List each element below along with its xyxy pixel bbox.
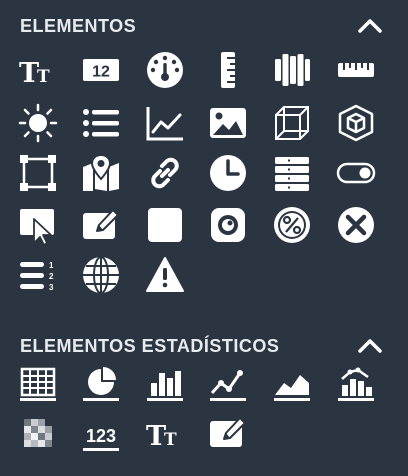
number-icon[interactable]: 12 bbox=[76, 45, 126, 95]
pointer-select-icon[interactable] bbox=[13, 200, 63, 250]
cube-wireframe-icon[interactable] bbox=[267, 98, 317, 148]
table-icon[interactable] bbox=[13, 358, 63, 408]
webcam-icon[interactable] bbox=[203, 200, 253, 250]
section-title: ELEMENTOS bbox=[20, 16, 137, 36]
number-kpi-icon[interactable]: 123 bbox=[76, 408, 126, 458]
chevron-up-icon[interactable] bbox=[356, 334, 384, 358]
column-line-chart-icon[interactable] bbox=[331, 358, 381, 408]
sun-icon[interactable] bbox=[13, 98, 63, 148]
toggle-icon[interactable] bbox=[331, 148, 381, 198]
warning-icon[interactable] bbox=[140, 250, 190, 300]
ruler-horizontal-icon[interactable] bbox=[331, 45, 381, 95]
area-chart-icon[interactable] bbox=[267, 358, 317, 408]
pie-chart-icon[interactable] bbox=[76, 358, 126, 408]
gauge-icon[interactable] bbox=[140, 45, 190, 95]
line-chart-icon[interactable] bbox=[140, 98, 190, 148]
text-icon[interactable]: TT bbox=[140, 408, 190, 458]
svg-text:T: T bbox=[37, 67, 50, 87]
clock-icon[interactable] bbox=[203, 148, 253, 198]
image-icon[interactable] bbox=[203, 98, 253, 148]
square-icon[interactable] bbox=[140, 200, 190, 250]
number-kpi-text: 123 bbox=[86, 426, 116, 446]
percent-icon[interactable] bbox=[267, 200, 317, 250]
list-icon[interactable] bbox=[76, 98, 126, 148]
section-header[interactable]: ELEMENTOS bbox=[0, 0, 408, 40]
ordered-list-icon[interactable]: 1 2 3 bbox=[13, 250, 63, 300]
stack-icon[interactable] bbox=[267, 148, 317, 198]
link-icon[interactable] bbox=[140, 148, 190, 198]
section-elementos: ELEMENTOS bbox=[0, 0, 408, 40]
bar-chart-icon[interactable] bbox=[140, 358, 190, 408]
globe-icon[interactable] bbox=[76, 250, 126, 300]
edit-icon[interactable] bbox=[76, 200, 126, 250]
section-header[interactable]: ELEMENTOS ESTADÍSTICOS bbox=[0, 320, 408, 360]
ordered-list-number: 3 bbox=[49, 283, 54, 292]
heatmap-icon[interactable] bbox=[13, 408, 63, 458]
map-marker-icon[interactable] bbox=[76, 148, 126, 198]
cube-3d-icon[interactable] bbox=[331, 98, 381, 148]
chevron-up-icon[interactable] bbox=[356, 14, 384, 38]
ordered-list-number: 2 bbox=[49, 272, 54, 281]
close-circle-icon[interactable] bbox=[331, 200, 381, 250]
edit-icon[interactable] bbox=[203, 408, 253, 458]
svg-text:T: T bbox=[164, 430, 177, 450]
ruler-vertical-icon[interactable] bbox=[203, 45, 253, 95]
ordered-list-number: 1 bbox=[49, 261, 54, 270]
text-icon[interactable]: TT bbox=[13, 45, 63, 95]
section-elementos-estadisticos: ELEMENTOS ESTADÍSTICOS bbox=[0, 320, 408, 360]
line-chart-icon[interactable] bbox=[203, 358, 253, 408]
bars-vertical-icon[interactable] bbox=[267, 45, 317, 95]
shape-select-icon[interactable] bbox=[13, 148, 63, 198]
section-title: ELEMENTOS ESTADÍSTICOS bbox=[20, 336, 280, 356]
number-icon-text: 12 bbox=[92, 64, 110, 81]
